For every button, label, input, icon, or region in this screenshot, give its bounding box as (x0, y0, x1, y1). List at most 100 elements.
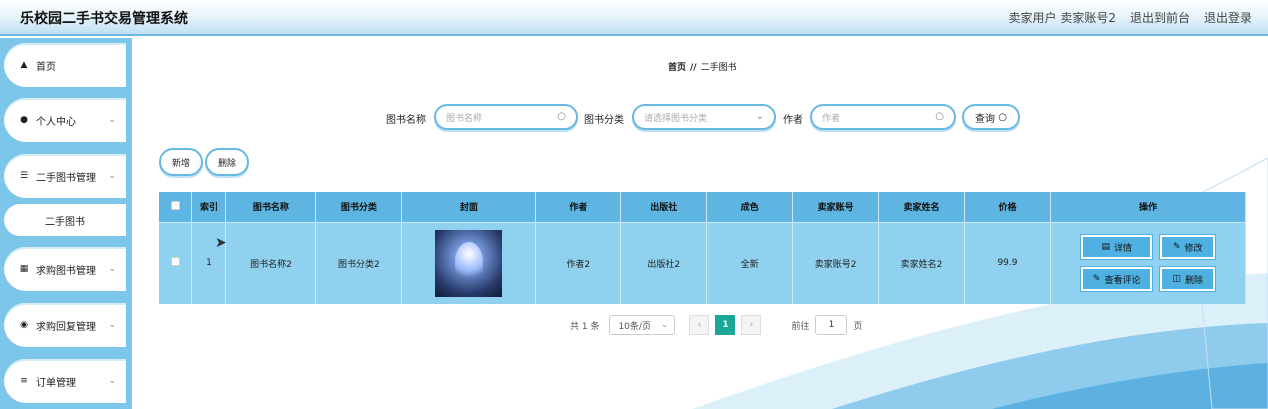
pagination: 共 1 条 10条/页 ⌄ ‹ 1 › 前往 1 页 (570, 315, 862, 335)
sidebar-item-label: 二手图书管理 (36, 172, 96, 184)
cell-operations: ▤ 详情 ✎ 修改 ✎ 查看评论 ◫ 删除 (1050, 221, 1247, 304)
edit-button[interactable]: ✎ 修改 (1160, 235, 1216, 260)
author-label: 作者 (783, 115, 803, 126)
query-button[interactable]: 查询 ○ (962, 104, 1020, 130)
category-label: 图书分类 (584, 115, 624, 126)
book-name-placeholder: 图书名称 (446, 113, 483, 124)
column-header: 操作 (1050, 192, 1247, 222)
search-icon: ○ (935, 111, 944, 122)
top-header: 乐校园二手书交易管理系统 卖家用户 卖家账号2 退出到前台 退出登录 (0, 0, 1268, 36)
search-bar: 图书名称 图书名称 ○ 图书分类 请选择图书分类 ⌄ 作者 作者 ○ 查询 ○ (132, 104, 1268, 132)
view-comments-button[interactable]: ✎ 查看评论 (1080, 267, 1153, 292)
book-name-input[interactable]: 图书名称 ○ (434, 104, 578, 130)
sidebar-item-wanted-replies[interactable]: ◉ 求购回复管理 ⌄ (4, 303, 126, 347)
cell-book-name: 图书名称2 (225, 221, 317, 304)
sidebar-item-wanted-books[interactable]: ▦ 求购图书管理 ⌄ (4, 247, 126, 291)
home-icon: ▲ (20, 60, 28, 70)
author-input[interactable]: 作者 ○ (810, 104, 956, 130)
breadcrumb-separator: // (690, 63, 697, 73)
chevron-down-icon: ⌄ (108, 320, 116, 330)
goto-page-input[interactable]: 1 (815, 315, 848, 335)
sidebar-item-personal-center[interactable]: ● 个人中心 ⌄ (4, 98, 126, 142)
app-title: 乐校园二手书交易管理系统 (20, 11, 188, 27)
author-placeholder: 作者 (822, 113, 841, 124)
goto-prefix: 前往 (791, 321, 810, 332)
prev-page-button[interactable]: ‹ (689, 315, 710, 335)
mouse-cursor-icon: ➤ (215, 235, 227, 251)
sidebar-item-home[interactable]: ▲ 首页 (4, 43, 126, 87)
chevron-right-icon: › (749, 320, 754, 330)
view-comments-button-label: 查看评论 (1104, 275, 1141, 286)
cell-seller-account: 卖家账号2 (792, 221, 880, 304)
trash-icon: ◫ (1172, 274, 1181, 285)
add-button[interactable]: 新增 (159, 148, 203, 176)
column-header: 作者 (535, 192, 622, 222)
column-header: 卖家账号 (792, 192, 880, 222)
column-header: 出版社 (620, 192, 708, 222)
submenu-item-label: 二手图书 (45, 216, 85, 228)
location-pin-icon: ◉ (20, 320, 28, 330)
book-name-label: 图书名称 (386, 115, 426, 126)
row-delete-button-label: 删除 (1185, 275, 1204, 286)
add-button-label: 新增 (171, 158, 190, 169)
pencil-icon: ✎ (1092, 274, 1101, 285)
sidebar-item-label: 求购图书管理 (36, 265, 96, 277)
pagination-total: 共 1 条 (570, 321, 600, 332)
row-checkbox[interactable] (170, 257, 180, 267)
to-frontend-link[interactable]: 退出到前台 (1130, 9, 1190, 26)
breadcrumb-home[interactable]: 首页 (668, 63, 686, 73)
cell-category: 图书分类2 (315, 221, 403, 304)
column-header: 卖家姓名 (878, 192, 965, 222)
cell-condition: 全新 (706, 221, 794, 304)
chevron-down-icon: ⌄ (108, 115, 116, 125)
cell-cover (401, 221, 537, 304)
breadcrumb: 首页 //二手图书 (668, 60, 737, 73)
user-info: 卖家用户 卖家账号2 (1008, 9, 1115, 26)
table-row: 1 图书名称2 图书分类2 作者2 出版社2 全新 卖家账号2 卖家姓名2 99… (159, 221, 1247, 304)
header-user-area: 卖家用户 卖家账号2 退出到前台 退出登录 (1008, 9, 1252, 26)
sliders-icon: ☰ (19, 171, 29, 181)
select-all-cell (159, 192, 193, 222)
book-cover-image[interactable] (435, 229, 503, 297)
detail-button[interactable]: ▤ 详情 (1080, 235, 1153, 260)
document-icon: ▤ (1101, 242, 1110, 253)
page-size-select[interactable]: 10条/页 ⌄ (609, 315, 676, 335)
logout-link[interactable]: 退出登录 (1204, 9, 1252, 26)
main-content: 首页 //二手图书 图书名称 图书名称 ○ 图书分类 请选择图书分类 ⌄ 作者 作… (132, 38, 1268, 409)
goto-suffix: 页 (853, 321, 863, 332)
sidebar-item-label: 订单管理 (36, 377, 76, 389)
list-icon: ≡ (20, 376, 28, 386)
edit-button-label: 修改 (1184, 243, 1203, 254)
sidebar-item-orders[interactable]: ≡ 订单管理 ⌄ (4, 359, 126, 403)
detail-button-label: 详情 (1113, 243, 1132, 254)
select-all-checkbox[interactable] (170, 200, 180, 210)
submenu-item-used-book[interactable]: 二手图书 (4, 204, 126, 236)
cover-figure (455, 241, 484, 282)
sidebar-item-label: 首页 (36, 61, 56, 73)
column-header: 图书名称 (225, 192, 317, 222)
sidebar-item-used-books[interactable]: ☰ 二手图书管理 ⌄ (4, 154, 126, 198)
chevron-down-icon: ⌄ (108, 376, 116, 386)
next-page-button[interactable]: › (741, 315, 762, 335)
chevron-down-icon: ⌄ (755, 111, 764, 122)
column-header: 封面 (401, 192, 537, 222)
category-placeholder: 请选择图书分类 (644, 113, 708, 124)
cell-publisher: 出版社2 (620, 221, 708, 304)
page-number-active[interactable]: 1 (715, 315, 736, 335)
sidebar-item-label: 求购回复管理 (36, 321, 96, 333)
category-select[interactable]: 请选择图书分类 ⌄ (632, 104, 776, 130)
batch-delete-button[interactable]: 删除 (205, 148, 249, 176)
row-delete-button[interactable]: ◫ 删除 (1160, 267, 1216, 292)
cell-seller-name: 卖家姓名2 (878, 221, 965, 304)
chevron-down-icon: ⌄ (108, 171, 116, 181)
table-header-row: 索引 图书名称 图书分类 封面 作者 出版社 成色 卖家账号 卖家姓名 价格 操… (159, 192, 1247, 222)
column-header: 索引 (191, 192, 227, 222)
row-actions: ▤ 详情 ✎ 修改 ✎ 查看评论 ◫ 删除 (1051, 235, 1245, 292)
chevron-down-icon: ⌄ (660, 320, 669, 330)
breadcrumb-current: 二手图书 (700, 63, 737, 73)
sidebar: ▲ 首页 ● 个人中心 ⌄ ☰ 二手图书管理 ⌄ 二手图书 ▦ 求购图书管理 ⌄… (0, 38, 132, 409)
pencil-icon: ✎ (1172, 242, 1181, 253)
search-icon: ○ (998, 111, 1007, 123)
page-size-value: 10条/页 (618, 321, 651, 332)
user-name: 卖家账号2 (1060, 11, 1116, 25)
